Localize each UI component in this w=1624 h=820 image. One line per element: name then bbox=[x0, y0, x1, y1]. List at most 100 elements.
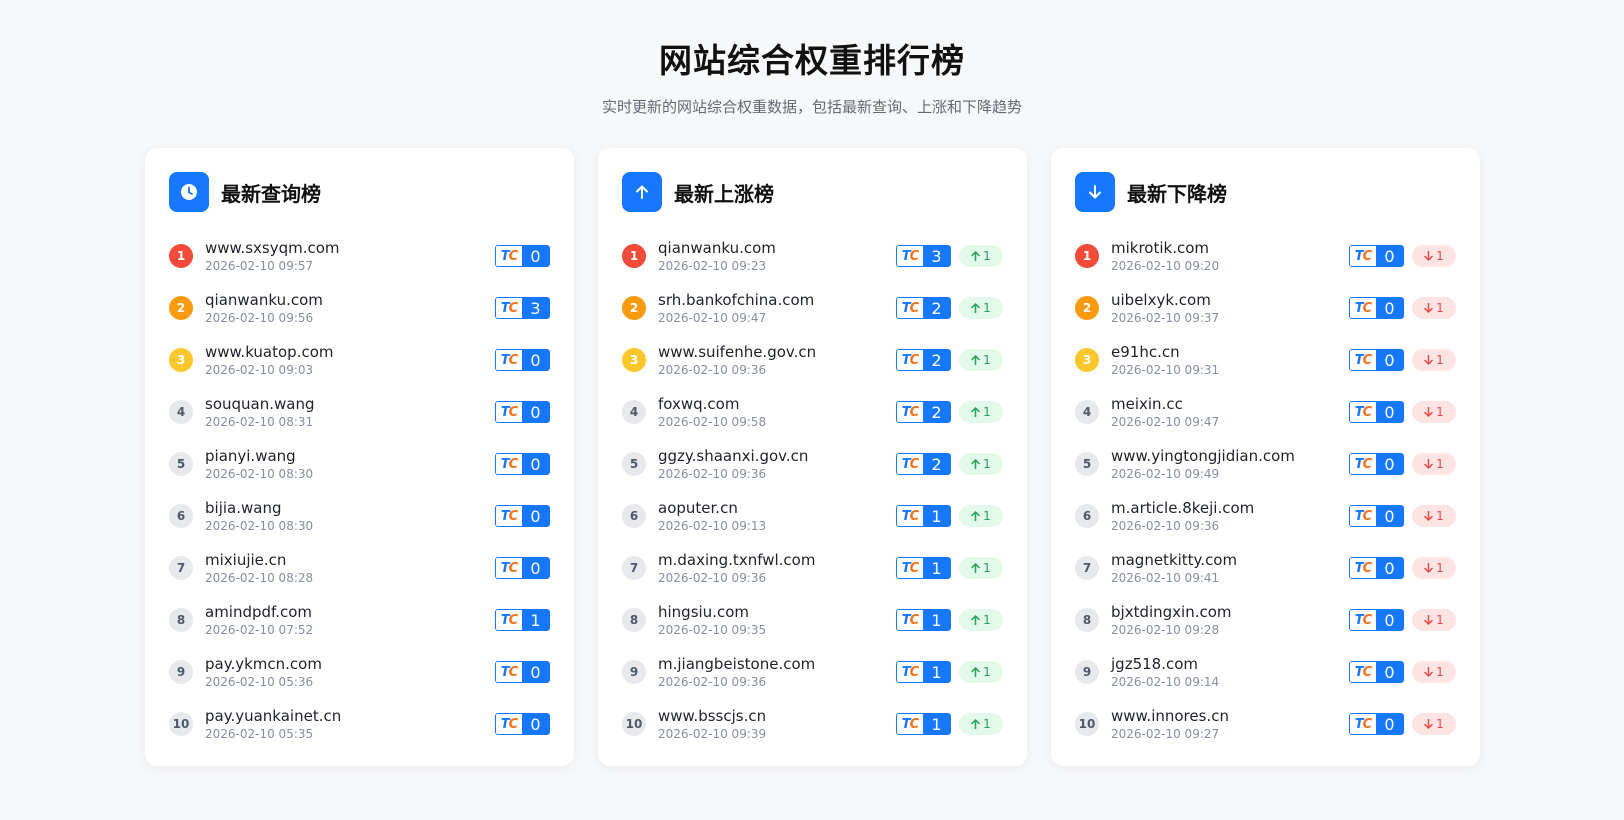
rank-item[interactable]: 8 hingsiu.com 2026-02-10 09:35 TC 1 1 bbox=[622, 594, 1003, 646]
site-domain-link[interactable]: foxwq.com bbox=[658, 395, 896, 413]
tc-logo-icon: TC bbox=[496, 454, 522, 474]
tc-logo-icon: TC bbox=[897, 506, 923, 526]
site-domain-link[interactable]: pay.yuankainet.cn bbox=[205, 707, 495, 725]
query-time: 2026-02-10 09:47 bbox=[1111, 415, 1220, 429]
tc-logo-icon: TC bbox=[897, 610, 923, 630]
rank-item[interactable]: 3 www.kuatop.com 2026-02-10 09:03 TC 0 bbox=[169, 334, 550, 386]
weight-value: 0 bbox=[522, 714, 549, 734]
badge-group: TC 0 1 bbox=[1349, 453, 1456, 475]
site-domain-link[interactable]: www.innores.cn bbox=[1111, 707, 1349, 725]
site-domain-link[interactable]: pay.ykmcn.com bbox=[205, 655, 495, 673]
site-domain-link[interactable]: www.kuatop.com bbox=[205, 343, 495, 361]
rank-item[interactable]: 2 qianwanku.com 2026-02-10 09:56 TC 3 bbox=[169, 282, 550, 334]
rank-item[interactable]: 7 mixiujie.cn 2026-02-10 08:28 TC 0 bbox=[169, 542, 550, 594]
rank-item[interactable]: 10 www.bsscjs.cn 2026-02-10 09:39 TC 1 1 bbox=[622, 698, 1003, 750]
site-domain-link[interactable]: meixin.cc bbox=[1111, 395, 1349, 413]
site-domain-link[interactable]: www.sxsyqm.com bbox=[205, 239, 495, 257]
rank-number: 9 bbox=[169, 660, 193, 684]
site-domain-link[interactable]: www.suifenhe.gov.cn bbox=[658, 343, 896, 361]
rank-item[interactable]: 5 pianyi.wang 2026-02-10 08:30 TC 0 bbox=[169, 438, 550, 490]
site-domain-link[interactable]: m.jiangbeistone.com bbox=[658, 655, 896, 673]
site-domain-link[interactable]: amindpdf.com bbox=[205, 603, 495, 621]
site-domain-link[interactable]: e91hc.cn bbox=[1111, 343, 1349, 361]
weight-badge: TC 2 bbox=[896, 453, 951, 475]
rank-item[interactable]: 3 e91hc.cn 2026-02-10 09:31 TC 0 1 bbox=[1075, 334, 1456, 386]
site-domain-link[interactable]: m.article.8keji.com bbox=[1111, 499, 1349, 517]
badge-group: TC 1 1 bbox=[896, 505, 1003, 527]
site-domain-link[interactable]: mikrotik.com bbox=[1111, 239, 1349, 257]
site-domain-link[interactable]: ggzy.shaanxi.gov.cn bbox=[658, 447, 896, 465]
site-domain-link[interactable]: bijia.wang bbox=[205, 499, 495, 517]
board-title: 最新查询榜 bbox=[221, 181, 321, 206]
tc-logo-icon: TC bbox=[496, 402, 522, 422]
tc-logo-icon: TC bbox=[1350, 246, 1376, 266]
rank-item[interactable]: 7 magnetkitty.com 2026-02-10 09:41 TC 0 … bbox=[1075, 542, 1456, 594]
weight-badge: TC 1 bbox=[896, 505, 951, 527]
rank-item[interactable]: 2 uibelxyk.com 2026-02-10 09:37 TC 0 1 bbox=[1075, 282, 1456, 334]
site-domain-link[interactable]: www.yingtongjidian.com bbox=[1111, 447, 1349, 465]
badge-group: TC 0 bbox=[495, 557, 550, 579]
badge-group: TC 0 bbox=[495, 401, 550, 423]
site-domain-link[interactable]: jgz518.com bbox=[1111, 655, 1349, 673]
rank-item[interactable]: 4 souquan.wang 2026-02-10 08:31 TC 0 bbox=[169, 386, 550, 438]
board-title: 最新上涨榜 bbox=[674, 181, 774, 206]
site-info: qianwanku.com 2026-02-10 09:56 bbox=[205, 291, 495, 325]
rank-item[interactable]: 8 bjxtdingxin.com 2026-02-10 09:28 TC 0 … bbox=[1075, 594, 1456, 646]
site-domain-link[interactable]: souquan.wang bbox=[205, 395, 495, 413]
weight-badge: TC 2 bbox=[896, 297, 951, 319]
site-domain-link[interactable]: qianwanku.com bbox=[205, 291, 495, 309]
change-badge: 1 bbox=[959, 713, 1003, 735]
badge-group: TC 1 1 bbox=[896, 713, 1003, 735]
query-time: 2026-02-10 07:52 bbox=[205, 623, 314, 637]
site-domain-link[interactable]: www.bsscjs.cn bbox=[658, 707, 896, 725]
rank-item[interactable]: 10 pay.yuankainet.cn 2026-02-10 05:35 TC… bbox=[169, 698, 550, 750]
site-domain-link[interactable]: srh.bankofchina.com bbox=[658, 291, 896, 309]
rank-item[interactable]: 1 www.sxsyqm.com 2026-02-10 09:57 TC 0 bbox=[169, 230, 550, 282]
rank-item[interactable]: 9 pay.ykmcn.com 2026-02-10 05:36 TC 0 bbox=[169, 646, 550, 698]
rank-item[interactable]: 5 ggzy.shaanxi.gov.cn 2026-02-10 09:36 T… bbox=[622, 438, 1003, 490]
query-time: 2026-02-10 09:13 bbox=[658, 519, 767, 533]
change-value: 1 bbox=[1436, 665, 1444, 679]
rank-number: 8 bbox=[622, 608, 646, 632]
site-info: m.article.8keji.com 2026-02-10 09:36 bbox=[1111, 499, 1349, 533]
tc-logo-icon: TC bbox=[496, 298, 522, 318]
rank-item[interactable]: 5 www.yingtongjidian.com 2026-02-10 09:4… bbox=[1075, 438, 1456, 490]
rank-item[interactable]: 1 mikrotik.com 2026-02-10 09:20 TC 0 1 bbox=[1075, 230, 1456, 282]
tc-logo-icon: TC bbox=[1350, 662, 1376, 682]
rank-item[interactable]: 2 srh.bankofchina.com 2026-02-10 09:47 T… bbox=[622, 282, 1003, 334]
badge-group: TC 0 1 bbox=[1349, 349, 1456, 371]
rank-item[interactable]: 6 aoputer.cn 2026-02-10 09:13 TC 1 1 bbox=[622, 490, 1003, 542]
rank-item[interactable]: 8 amindpdf.com 2026-02-10 07:52 TC 1 bbox=[169, 594, 550, 646]
rank-item[interactable]: 4 foxwq.com 2026-02-10 09:58 TC 2 1 bbox=[622, 386, 1003, 438]
rank-item[interactable]: 9 jgz518.com 2026-02-10 09:14 TC 0 1 bbox=[1075, 646, 1456, 698]
site-domain-link[interactable]: mixiujie.cn bbox=[205, 551, 495, 569]
site-info: m.daxing.txnfwl.com 2026-02-10 09:36 bbox=[658, 551, 896, 585]
rank-item[interactable]: 1 qianwanku.com 2026-02-10 09:23 TC 3 1 bbox=[622, 230, 1003, 282]
site-domain-link[interactable]: qianwanku.com bbox=[658, 239, 896, 257]
rank-item[interactable]: 4 meixin.cc 2026-02-10 09:47 TC 0 1 bbox=[1075, 386, 1456, 438]
weight-value: 0 bbox=[522, 558, 549, 578]
rank-item[interactable]: 6 bijia.wang 2026-02-10 08:30 TC 0 bbox=[169, 490, 550, 542]
rank-item[interactable]: 6 m.article.8keji.com 2026-02-10 09:36 T… bbox=[1075, 490, 1456, 542]
site-domain-link[interactable]: m.daxing.txnfwl.com bbox=[658, 551, 896, 569]
rank-item[interactable]: 9 m.jiangbeistone.com 2026-02-10 09:36 T… bbox=[622, 646, 1003, 698]
weight-badge: TC 0 bbox=[1349, 453, 1404, 475]
arrow-up-icon bbox=[971, 563, 980, 573]
query-time: 2026-02-10 09:58 bbox=[658, 415, 767, 429]
site-info: amindpdf.com 2026-02-10 07:52 bbox=[205, 603, 495, 637]
site-domain-link[interactable]: uibelxyk.com bbox=[1111, 291, 1349, 309]
rank-item[interactable]: 10 www.innores.cn 2026-02-10 09:27 TC 0 … bbox=[1075, 698, 1456, 750]
change-badge: 1 bbox=[959, 505, 1003, 527]
site-domain-link[interactable]: hingsiu.com bbox=[658, 603, 896, 621]
query-time: 2026-02-10 08:30 bbox=[205, 467, 314, 481]
site-domain-link[interactable]: pianyi.wang bbox=[205, 447, 495, 465]
badge-group: TC 2 1 bbox=[896, 453, 1003, 475]
query-time: 2026-02-10 09:27 bbox=[1111, 727, 1220, 741]
site-domain-link[interactable]: magnetkitty.com bbox=[1111, 551, 1349, 569]
weight-badge: TC 1 bbox=[896, 609, 951, 631]
site-domain-link[interactable]: bjxtdingxin.com bbox=[1111, 603, 1349, 621]
rank-item[interactable]: 7 m.daxing.txnfwl.com 2026-02-10 09:36 T… bbox=[622, 542, 1003, 594]
site-domain-link[interactable]: aoputer.cn bbox=[658, 499, 896, 517]
arrow-up-icon bbox=[971, 251, 980, 261]
rank-item[interactable]: 3 www.suifenhe.gov.cn 2026-02-10 09:36 T… bbox=[622, 334, 1003, 386]
